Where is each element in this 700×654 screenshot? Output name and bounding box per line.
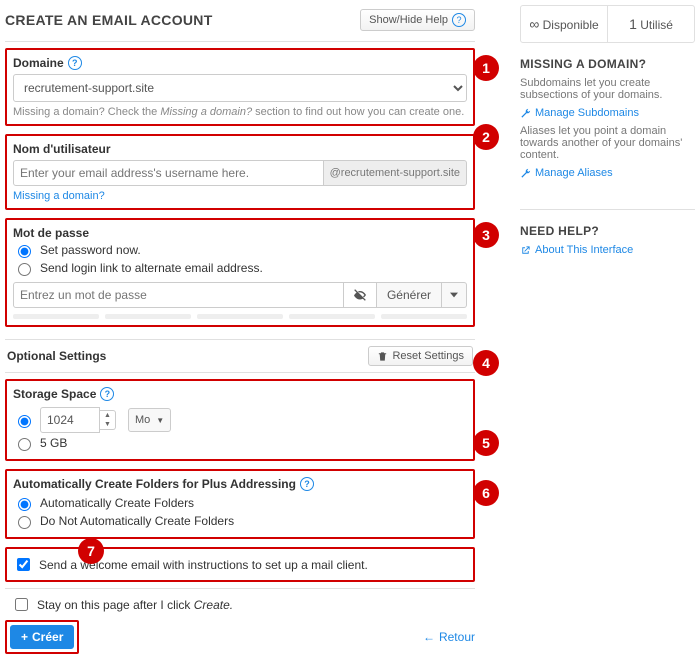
- callout-5: 5: [473, 430, 499, 456]
- domain-select[interactable]: recrutement-support.site: [13, 74, 467, 102]
- welcome-section: Send a welcome email with instructions t…: [5, 547, 475, 582]
- username-input[interactable]: [13, 160, 324, 186]
- generate-password-button[interactable]: Générer: [377, 282, 442, 308]
- domain-hint: Missing a domain? Check the Missing a do…: [13, 106, 467, 118]
- callout-4: 4: [473, 350, 499, 376]
- wrench-icon: [520, 168, 531, 179]
- storage-preset-label: 5 GB: [40, 436, 67, 450]
- arrow-left-icon: ←: [423, 630, 435, 644]
- storage-label: Storage Space ?: [13, 387, 114, 401]
- stats-box: ∞ Disponible 1 Utilisé: [520, 5, 695, 43]
- help-icon[interactable]: ?: [68, 56, 82, 70]
- no-auto-create-folders-label: Do Not Automatically Create Folders: [40, 514, 234, 528]
- missing-domain-link[interactable]: Missing a domain?: [13, 190, 467, 202]
- send-login-link-label: Send login link to alternate email addre…: [40, 261, 263, 275]
- callout-2: 2: [473, 124, 499, 150]
- callout-1: 1: [473, 55, 499, 81]
- stay-on-page-checkbox[interactable]: [15, 598, 28, 611]
- external-link-icon: [520, 245, 531, 256]
- subdomains-text: Subdomains let you create subsections of…: [520, 77, 695, 101]
- reset-settings-button[interactable]: Reset Settings: [368, 346, 473, 366]
- plus-icon: +: [21, 630, 28, 644]
- callout-3: 3: [473, 222, 499, 248]
- auto-create-folders-radio[interactable]: [18, 498, 31, 511]
- toggle-password-visibility-button[interactable]: [344, 282, 377, 308]
- domain-label: Domaine ?: [13, 56, 82, 70]
- trash-icon: [377, 351, 388, 362]
- storage-section: Storage Space ? ▲ ▼ Mo ▼: [5, 379, 475, 461]
- back-link[interactable]: ← Retour: [423, 630, 475, 644]
- page-title: CREATE AN EMAIL ACCOUNT: [5, 12, 213, 28]
- create-button[interactable]: + Créer: [10, 625, 74, 649]
- chevron-up-icon[interactable]: ▲: [100, 411, 115, 420]
- set-password-now-label: Set password now.: [40, 243, 141, 257]
- manage-subdomains-link[interactable]: Manage Subdomains: [535, 107, 639, 119]
- chevron-down-icon[interactable]: ▼: [100, 420, 115, 429]
- stat-used: 1 Utilisé: [608, 6, 694, 42]
- missing-domain-title: MISSING A DOMAIN?: [520, 57, 695, 71]
- help-icon: ?: [452, 13, 466, 27]
- storage-value-input[interactable]: [40, 407, 100, 433]
- stay-on-page-label: Stay on this page after I click Create.: [37, 598, 233, 612]
- callout-6: 6: [473, 480, 499, 506]
- password-input[interactable]: [13, 282, 344, 308]
- caret-down-icon: [450, 291, 458, 299]
- optional-settings-label: Optional Settings: [7, 349, 106, 363]
- no-auto-create-folders-radio[interactable]: [18, 516, 31, 529]
- stat-available: ∞ Disponible: [521, 6, 608, 42]
- welcome-email-checkbox[interactable]: [17, 558, 30, 571]
- storage-spinner[interactable]: ▲ ▼: [100, 410, 116, 430]
- username-section: Nom d'utilisateur @recrutement-support.s…: [5, 134, 475, 210]
- toggle-help-label: Show/Hide Help: [369, 14, 448, 26]
- help-icon[interactable]: ?: [300, 477, 314, 491]
- about-interface-link[interactable]: About This Interface: [535, 244, 633, 256]
- username-label: Nom d'utilisateur: [13, 142, 111, 156]
- username-domain-suffix: @recrutement-support.site: [324, 160, 467, 186]
- infinity-icon: ∞: [529, 16, 539, 32]
- help-icon[interactable]: ?: [100, 387, 114, 401]
- caret-down-icon: ▼: [156, 416, 164, 425]
- password-label: Mot de passe: [13, 226, 89, 240]
- storage-custom-radio[interactable]: [18, 415, 31, 428]
- password-section: Mot de passe Set password now. Send logi…: [5, 218, 475, 327]
- aliases-text: Aliases let you point a domain towards a…: [520, 125, 695, 161]
- storage-preset-radio[interactable]: [18, 438, 31, 451]
- send-login-link-radio[interactable]: [18, 263, 31, 276]
- need-help-title: NEED HELP?: [520, 224, 695, 238]
- set-password-now-radio[interactable]: [18, 245, 31, 258]
- callout-7: 7: [78, 538, 104, 564]
- password-strength-meter: [13, 314, 467, 319]
- auto-create-folders-label: Automatically Create Folders: [40, 496, 194, 510]
- manage-aliases-link[interactable]: Manage Aliases: [535, 167, 613, 179]
- wrench-icon: [520, 108, 531, 119]
- storage-unit-select[interactable]: Mo ▼: [128, 408, 171, 432]
- folders-section: Automatically Create Folders for Plus Ad…: [5, 469, 475, 539]
- domain-section: Domaine ? recrutement-support.site Missi…: [5, 48, 475, 126]
- toggle-help-button[interactable]: Show/Hide Help ?: [360, 9, 475, 31]
- eye-off-icon: [352, 287, 368, 303]
- generate-password-options-button[interactable]: [442, 282, 467, 308]
- folders-label: Automatically Create Folders for Plus Ad…: [13, 477, 314, 491]
